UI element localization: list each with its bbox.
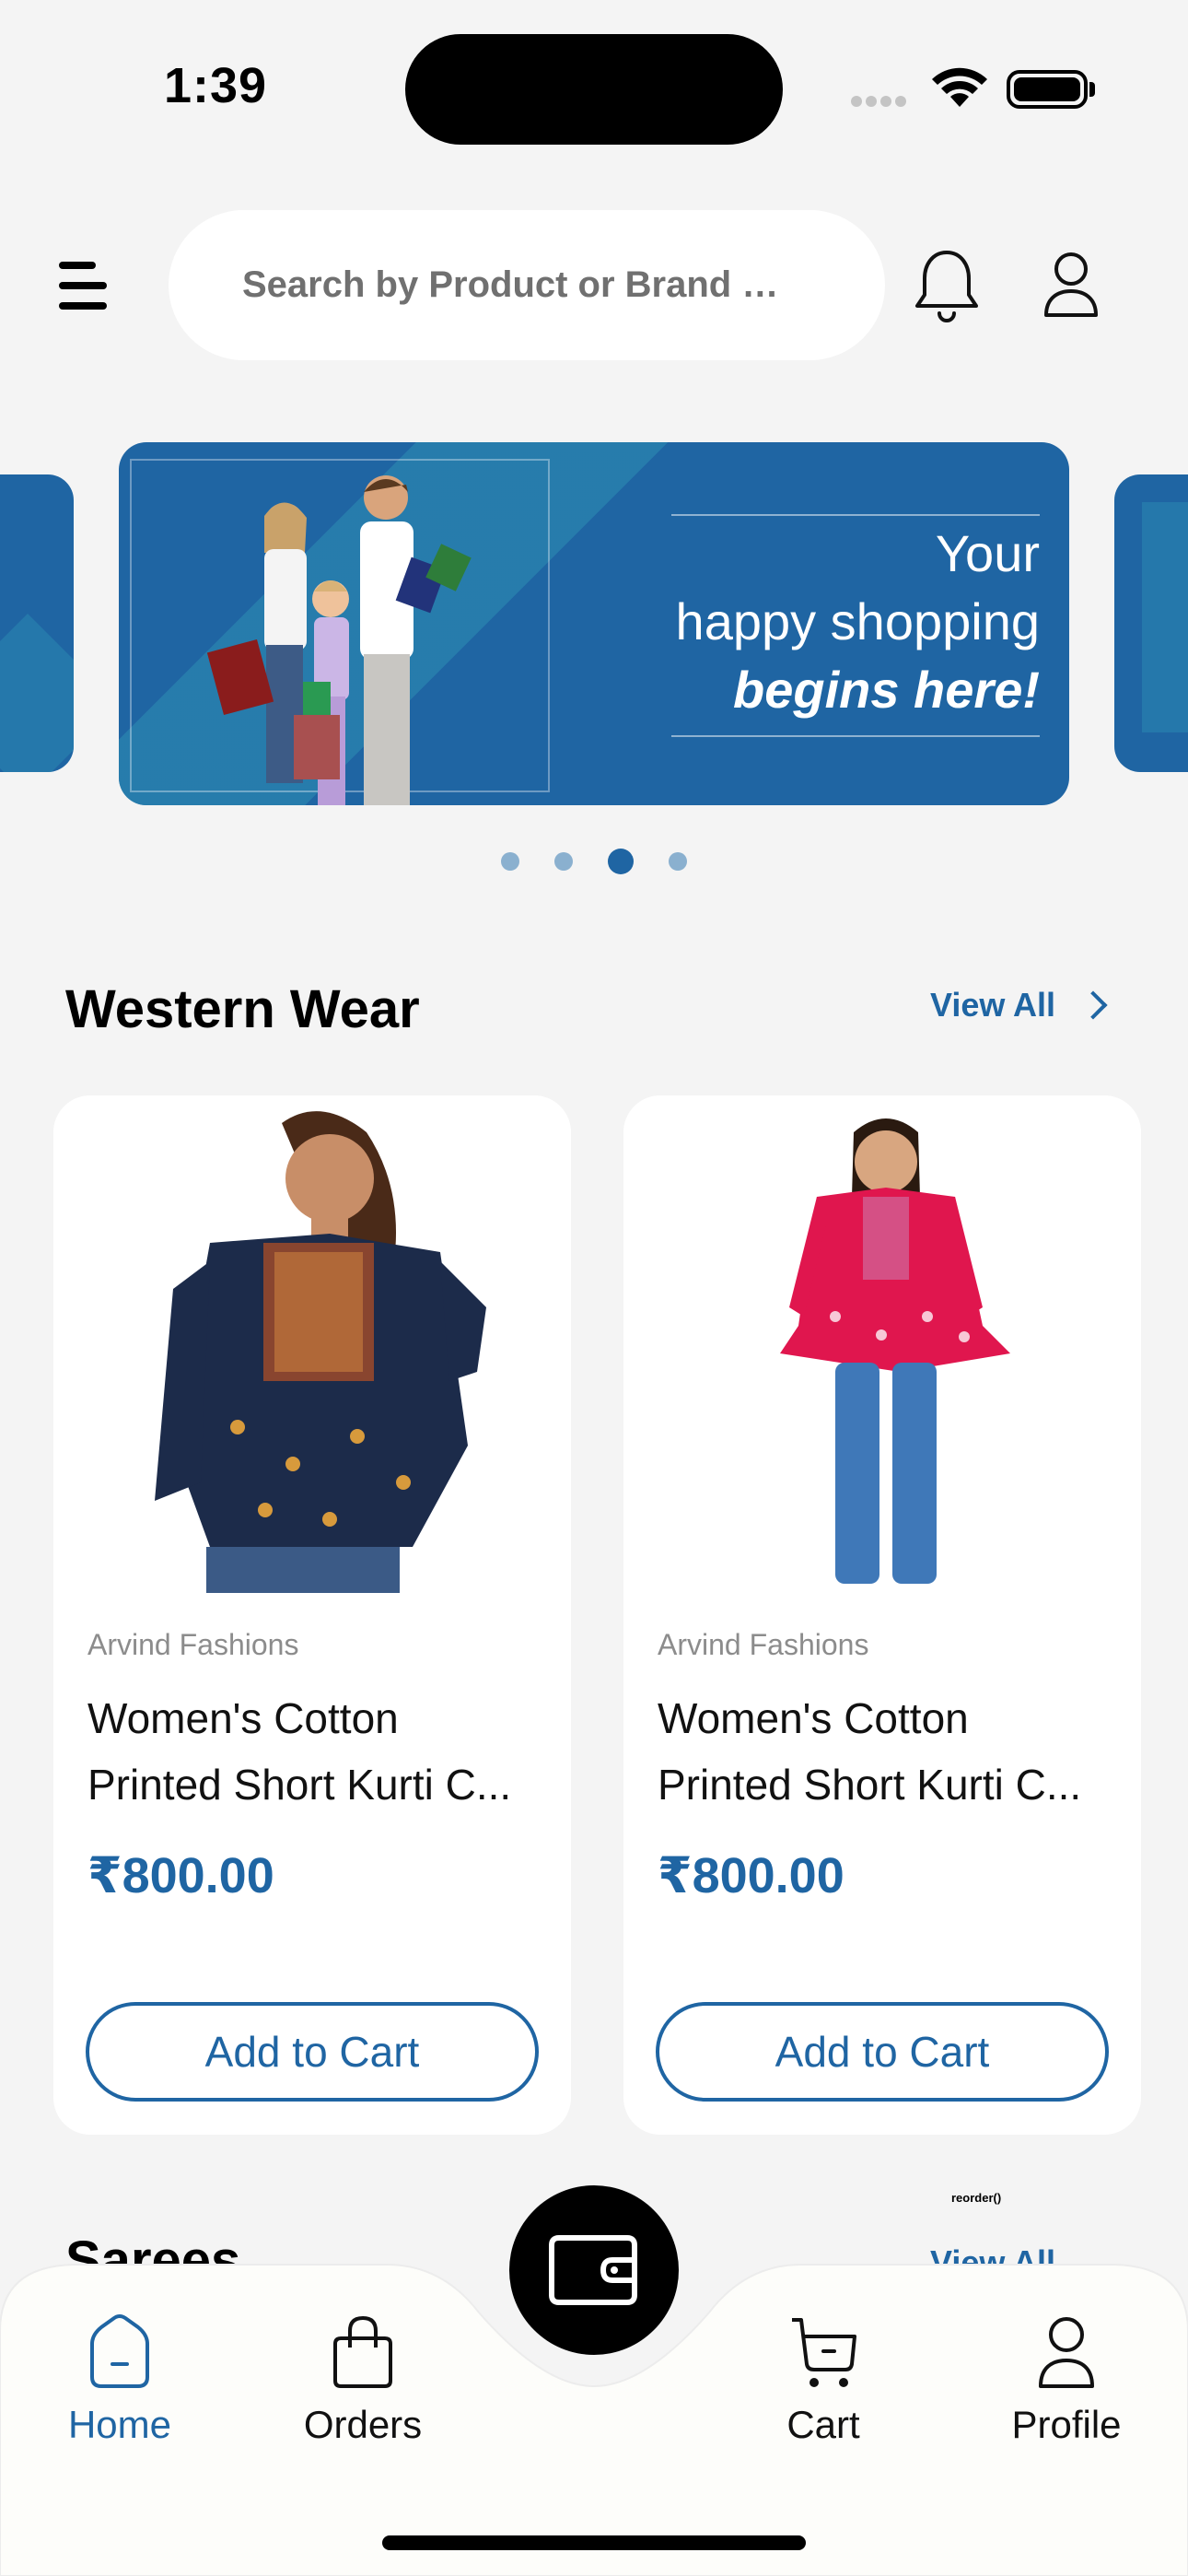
cart-icon [792, 2318, 856, 2387]
nav-label-profile: Profile [1011, 2403, 1122, 2446]
menu-icon[interactable] [59, 258, 111, 313]
profile-icon [1039, 2317, 1094, 2388]
battery-icon [1007, 70, 1088, 109]
search-placeholder: Search by Product or Brand Na... [242, 264, 795, 305]
nav-label-home: Home [67, 2403, 172, 2446]
product-price: ₹800.00 [87, 1848, 274, 1903]
account-icon[interactable] [1041, 251, 1101, 319]
banner-line-2: happy shopping [675, 592, 1040, 650]
status-time: 1:39 [164, 58, 268, 113]
nav-home[interactable]: Home [28, 2313, 212, 2447]
reorder-label: reorder() [951, 2191, 1002, 2205]
view-all-western-link[interactable]: View All [930, 986, 1108, 1025]
product-price: ₹800.00 [658, 1848, 844, 1903]
home-indicator [382, 2535, 806, 2550]
carousel-dot[interactable] [501, 852, 519, 871]
chevron-right-icon [1078, 990, 1108, 1020]
product-image-navy-kurti [53, 1095, 571, 1593]
carousel-dot[interactable] [669, 852, 687, 871]
screen: 1:39 Search by Product or Brand Na... Yo… [0, 0, 1188, 2576]
promo-banner[interactable]: Your happy shopping begins here! [119, 442, 1069, 805]
product-name-line-1: Women's Cotton [658, 1694, 969, 1742]
carousel-dot[interactable] [608, 849, 634, 874]
nav-cart[interactable]: Cart [731, 2313, 915, 2447]
nav-label-cart: Cart [786, 2403, 860, 2446]
carousel-pagination [0, 849, 1188, 874]
banner-headline: Your happy shopping begins here! [676, 520, 1040, 724]
add-to-cart-button[interactable]: Add to Cart [86, 2002, 539, 2102]
cellular-signal-icon [851, 95, 915, 108]
home-icon [90, 2314, 149, 2388]
search-input[interactable]: Search by Product or Brand Na... [169, 210, 885, 360]
section-title-western-wear: Western Wear [65, 979, 420, 1039]
product-name-line-2: Printed Short Kurti C... [87, 1761, 512, 1809]
view-all-label: View All [930, 986, 1056, 1024]
product-name: Women's Cotton Printed Short Kurti C... [87, 1685, 539, 1818]
banner-line-3: begins here! [733, 661, 1040, 719]
wifi-icon [932, 67, 987, 107]
carousel-dot[interactable] [554, 852, 573, 871]
product-card[interactable]: Arvind Fashions Women's Cotton Printed S… [623, 1095, 1141, 2135]
product-card[interactable]: Arvind Fashions Women's Cotton Printed S… [53, 1095, 571, 2135]
wallet-icon [549, 2235, 637, 2305]
dynamic-island [405, 34, 783, 145]
product-name-line-2: Printed Short Kurti C... [658, 1761, 1082, 1809]
product-name: Women's Cotton Printed Short Kurti C... [658, 1685, 1109, 1818]
nav-orders[interactable]: Orders [271, 2313, 455, 2447]
banner-line-1: Your [935, 524, 1040, 582]
add-to-cart-button[interactable]: Add to Cart [656, 2002, 1109, 2102]
family-shopping-image [206, 475, 472, 805]
product-brand: Arvind Fashions [658, 1628, 869, 1661]
product-name-line-1: Women's Cotton [87, 1694, 399, 1742]
nav-profile[interactable]: Profile [974, 2313, 1159, 2447]
notification-bell-icon[interactable] [914, 247, 980, 326]
bag-icon [333, 2315, 392, 2388]
wallet-fab-button[interactable] [509, 2185, 679, 2355]
banner-previous-slide[interactable] [0, 474, 74, 772]
nav-label-orders: Orders [303, 2403, 423, 2446]
product-brand: Arvind Fashions [87, 1628, 299, 1661]
banner-next-slide[interactable] [1114, 474, 1188, 772]
product-image-pink-kurti [623, 1095, 1141, 1593]
battery-tip [1089, 82, 1095, 97]
